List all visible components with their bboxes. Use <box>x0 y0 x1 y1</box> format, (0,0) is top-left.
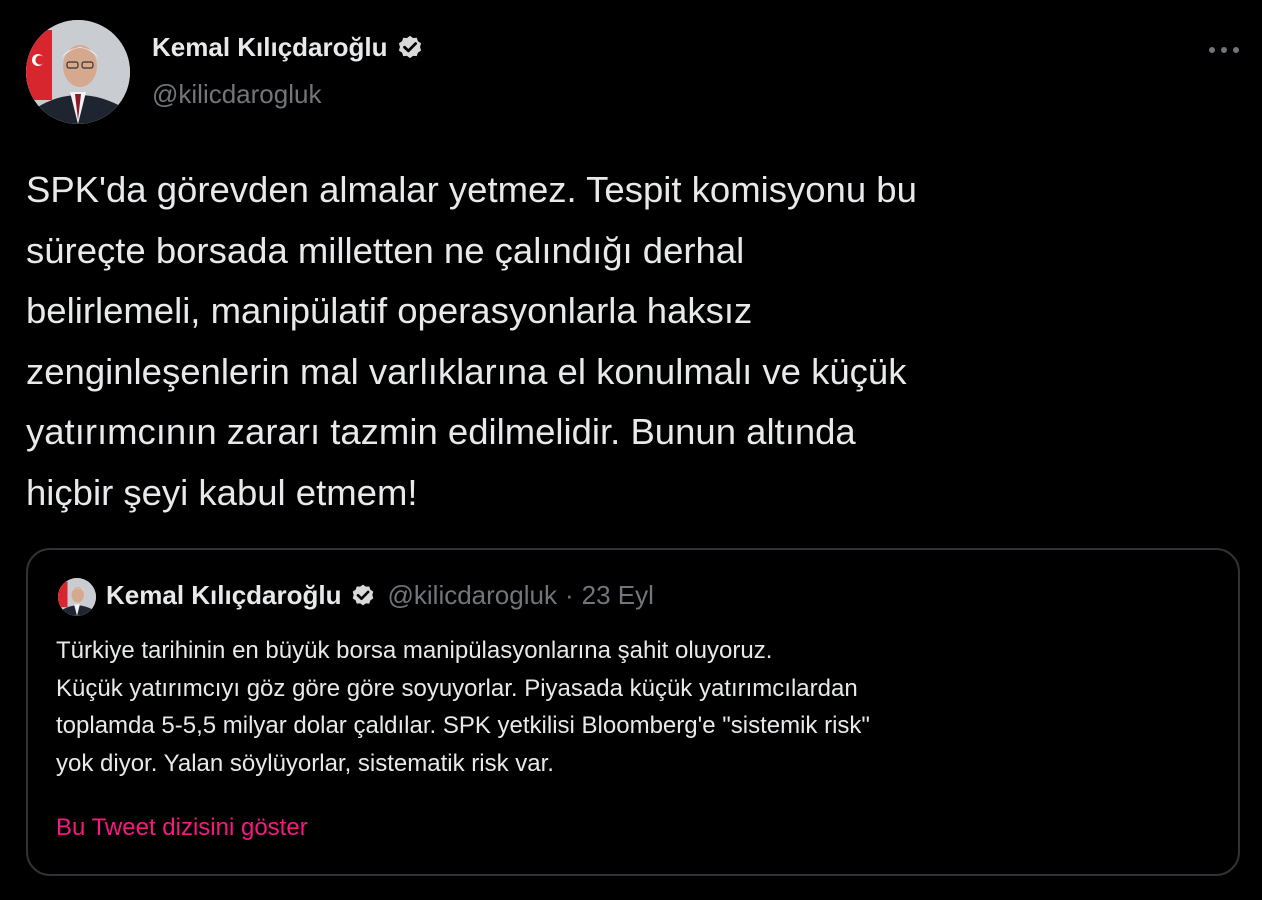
quoted-tweet-date: 23 Eyl <box>581 580 654 610</box>
verified-badge-icon <box>396 34 424 62</box>
author-name[interactable]: Kemal Kılıçdaroğlu <box>152 32 388 63</box>
author-name-row[interactable]: Kemal Kılıçdaroğlu <box>152 32 424 63</box>
author-handle[interactable]: @kilicdarogluk <box>152 79 321 110</box>
quoted-author-handle: @kilicdarogluk <box>387 580 557 610</box>
tweet[interactable]: Kemal Kılıçdaroğlu @kilicdarogluk SPK'da… <box>0 0 1262 900</box>
verified-badge-icon <box>350 583 376 609</box>
tweet-text: SPK'da görevden almalar yetmez. Tespit k… <box>26 169 917 513</box>
avatar-photo <box>26 20 130 124</box>
quoted-author-avatar <box>58 578 96 616</box>
more-options-icon <box>1209 47 1239 53</box>
quoted-author-name: Kemal Kılıçdaroğlu <box>106 580 342 610</box>
quoted-tweet-text: Türkiye tarihinin en büyük borsa manipül… <box>56 637 870 777</box>
show-thread-link[interactable]: Bu Tweet dizisini göster <box>56 814 308 842</box>
author-avatar[interactable] <box>26 20 130 124</box>
quoted-tweet-card[interactable]: Kemal Kılıçdaroğlu @kilicdarogluk · 23 E… <box>26 548 1240 876</box>
header-separator: · <box>564 580 574 610</box>
quoted-tweet-header: Kemal Kılıçdaroğlu @kilicdarogluk · 23 E… <box>106 580 654 611</box>
more-options-button[interactable] <box>1200 36 1248 64</box>
